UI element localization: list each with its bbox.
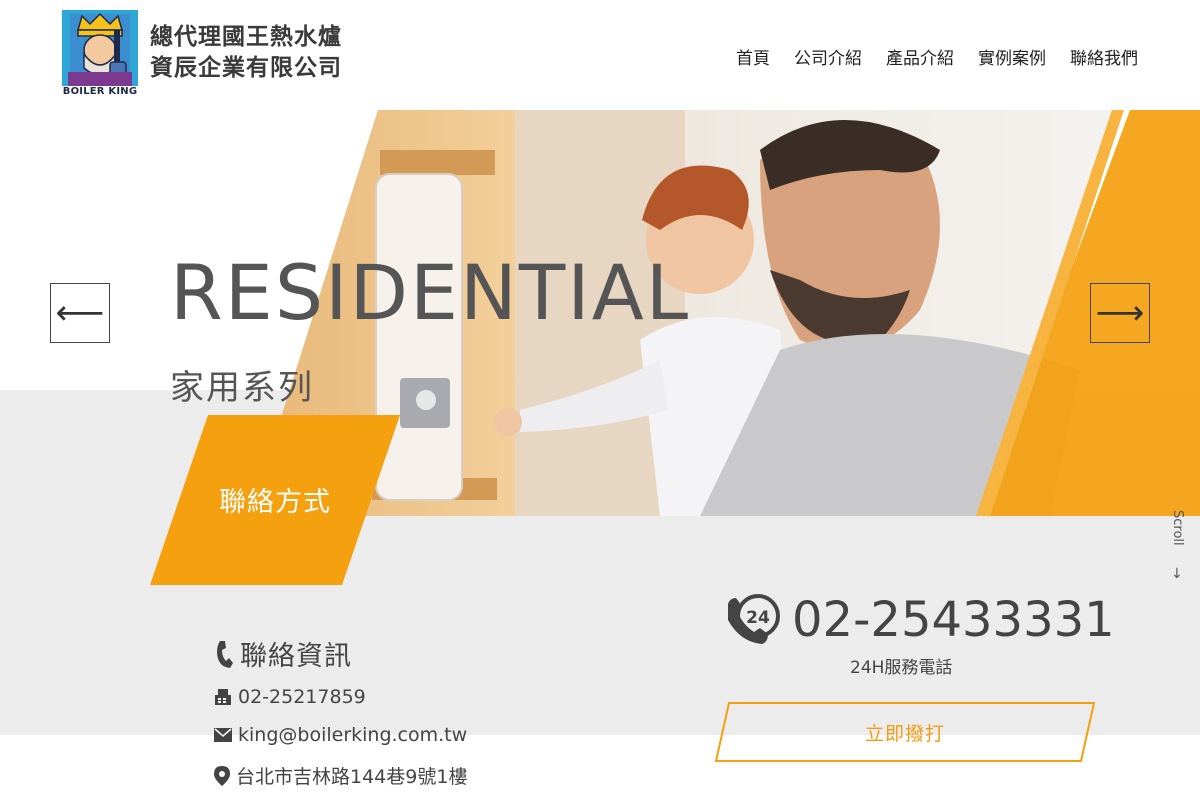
nav-item-products[interactable]: 產品介紹 (886, 44, 954, 69)
brand-logo[interactable]: BOILER KING (62, 10, 138, 100)
hero-subtitle: 家用系列 (170, 368, 314, 408)
king-logo-icon (62, 10, 138, 86)
arrow-left-icon: ⟵ (55, 293, 105, 333)
carousel-next-button[interactable]: ⟶ (1090, 283, 1150, 343)
hotline-number[interactable]: 02-25433331 (792, 592, 1115, 648)
company-name-line2: 資辰企業有限公司 (150, 55, 342, 81)
carousel-prev-button[interactable]: ⟵ (50, 283, 110, 343)
contact-email-row: king@boilerking.com.tw (214, 724, 467, 746)
contact-fax-text: 02-25217859 (238, 686, 366, 708)
contact-heading-text: 聯絡資訊 (240, 641, 352, 672)
hotline-caption: 24H服務電話 (850, 658, 953, 678)
company-name: 總代理國王熱水爐 資辰企業有限公司 (150, 22, 342, 84)
map-pin-icon (214, 765, 230, 786)
contact-fax-row: 02-25217859 (214, 686, 366, 708)
arrow-right-icon: ⟶ (1095, 293, 1145, 333)
contact-tag-label[interactable]: 聯絡方式 (150, 480, 400, 519)
nav-item-home[interactable]: 首頁 (736, 44, 770, 69)
main-nav: 首頁 公司介紹 產品介紹 實例案例 聯絡我們 (736, 44, 1138, 69)
logo-caption: BOILER KING (62, 86, 138, 97)
nav-item-contact[interactable]: 聯絡我們 (1070, 44, 1138, 69)
contact-info-heading: 聯絡資訊 (214, 634, 352, 673)
hotline-block: 24 02-25433331 (724, 590, 1115, 650)
nav-item-cases[interactable]: 實例案例 (978, 44, 1046, 69)
company-name-line1: 總代理國王熱水爐 (150, 24, 342, 50)
phone-24h-icon: 24 (728, 594, 780, 644)
contact-address-text: 台北市吉林路144巷9號1樓 (236, 766, 468, 788)
contact-address-row: 台北市吉林路144巷9號1樓 (214, 762, 467, 789)
scroll-down-icon[interactable]: ↓ (1171, 566, 1183, 582)
nav-item-about[interactable]: 公司介紹 (794, 44, 862, 69)
badge-24-text: 24 (746, 608, 770, 628)
hero-title: RESIDENTIAL (170, 248, 691, 337)
contact-email-link[interactable]: king@boilerking.com.tw (238, 724, 467, 746)
phone-handset-icon (217, 640, 233, 668)
call-now-button[interactable]: 立即撥打 (715, 719, 1095, 746)
scroll-label[interactable]: Scroll (1170, 510, 1185, 546)
fax-icon (215, 689, 231, 705)
mail-icon (214, 728, 232, 742)
